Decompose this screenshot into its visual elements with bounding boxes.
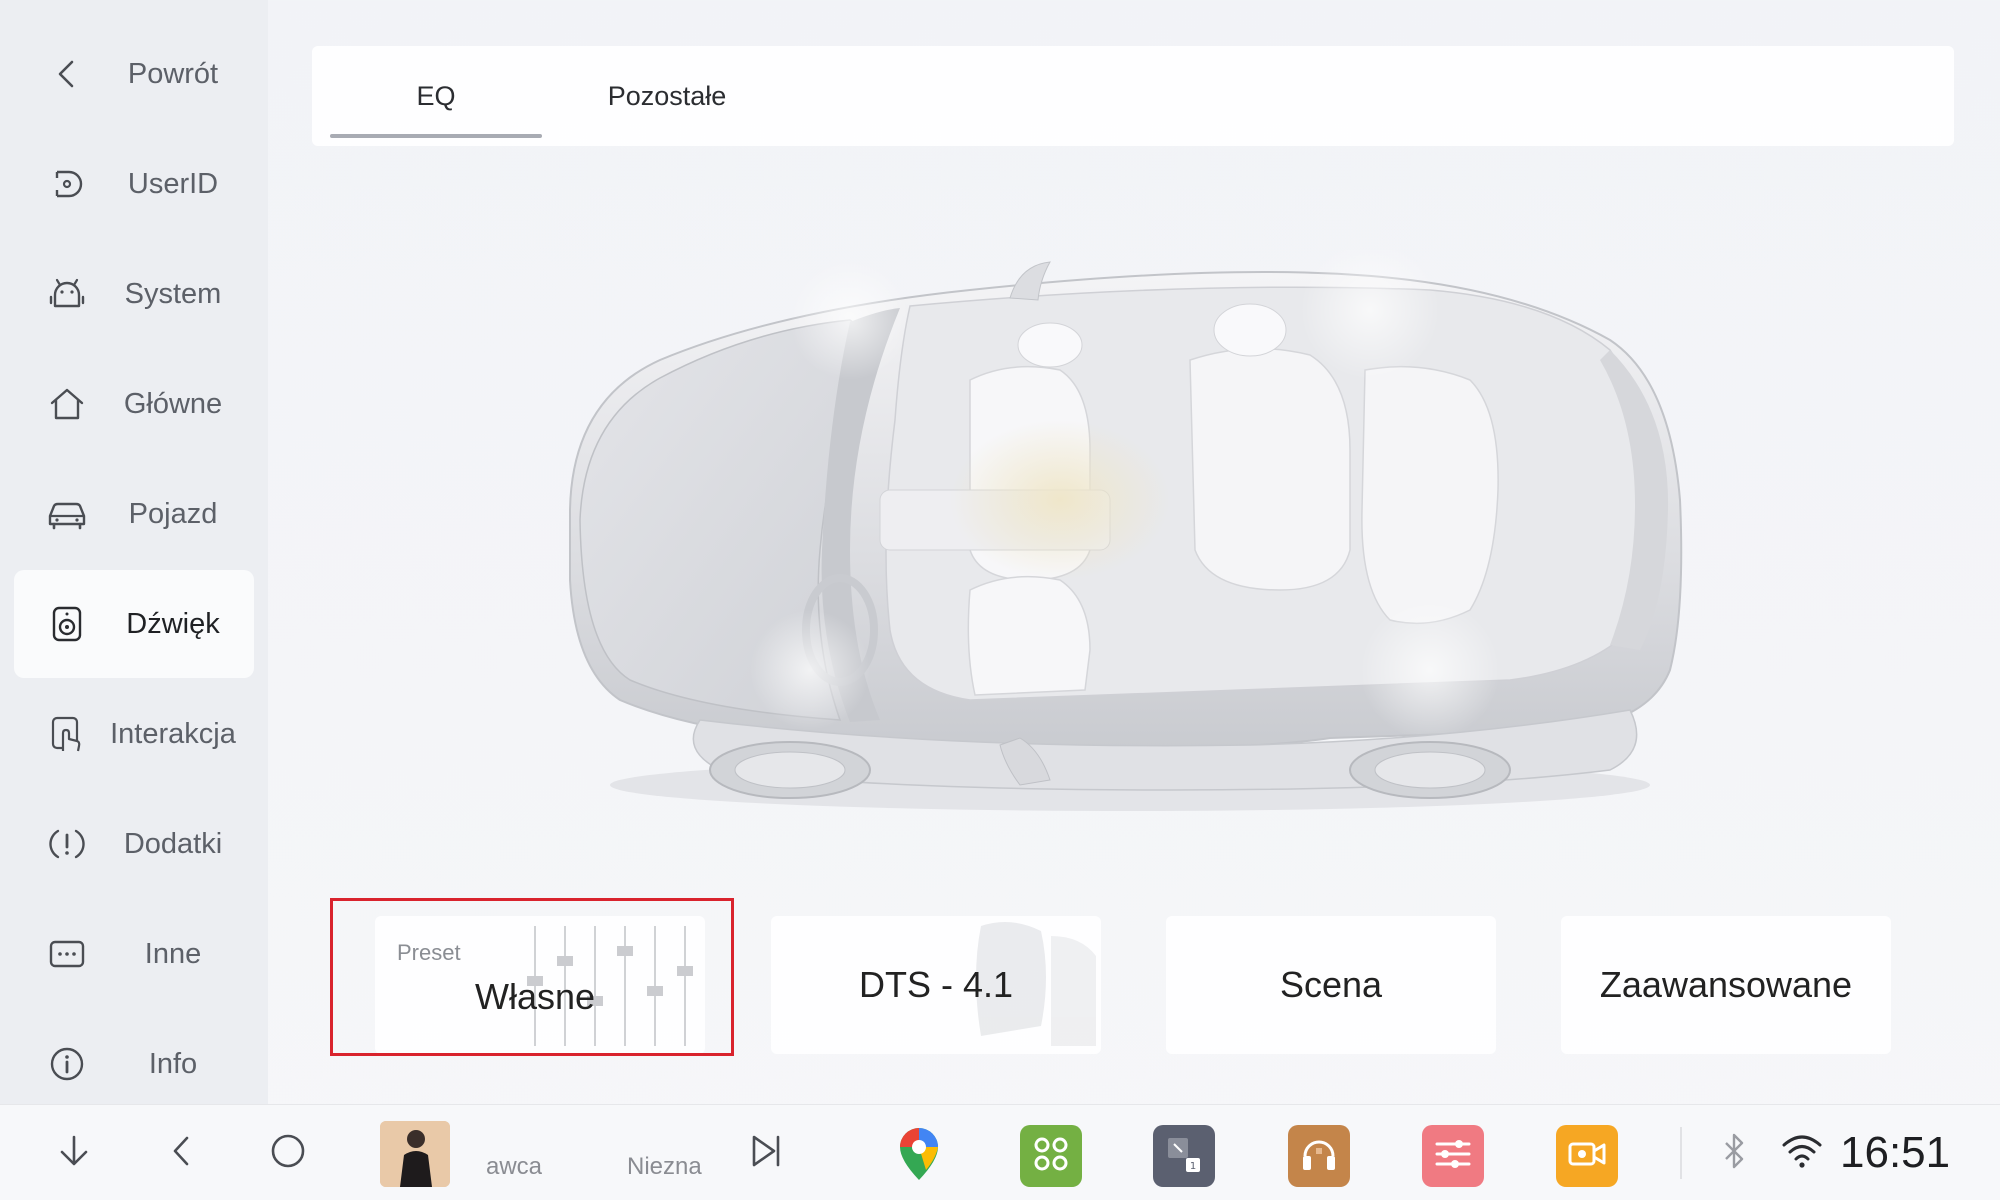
bluetooth-status[interactable] xyxy=(1710,1129,1758,1177)
touch-icon xyxy=(46,713,88,755)
scene-label: Scena xyxy=(1279,964,1383,1005)
wifi-icon xyxy=(1780,1133,1824,1174)
car-cabin-illustration xyxy=(550,240,1700,820)
media-next-button[interactable] xyxy=(742,1129,790,1177)
sidebar-item-userid[interactable]: UserID xyxy=(14,130,254,238)
home-icon xyxy=(46,383,88,425)
app-radio[interactable] xyxy=(1288,1125,1350,1187)
settings-sidebar: Powrót UserID System Główne Pojazd Dźwię… xyxy=(0,0,268,1104)
app-dashcam[interactable] xyxy=(1556,1125,1618,1187)
sidebar-item-sound[interactable]: Dźwięk xyxy=(14,570,254,678)
arrow-down-icon xyxy=(54,1131,94,1176)
app-equalizer[interactable] xyxy=(1422,1125,1484,1187)
android-icon xyxy=(46,273,88,315)
sidebar-item-label: UserID xyxy=(127,167,219,200)
radio-icon xyxy=(1297,1132,1341,1181)
sidebar-item-interaction[interactable]: Interakcja xyxy=(14,680,254,788)
maps-icon xyxy=(896,1126,942,1187)
sidebar-item-system[interactable]: System xyxy=(14,240,254,348)
sidebar-item-info[interactable]: Info xyxy=(14,1010,254,1118)
wifi-status[interactable] xyxy=(1778,1129,1826,1177)
preset-value: Własne xyxy=(474,976,596,1017)
alert-icon xyxy=(46,823,88,865)
chevron-left-icon xyxy=(164,1133,200,1174)
sidebar-item-label: Pojazd xyxy=(128,497,218,530)
sidebar-item-back[interactable]: Powrót xyxy=(14,20,254,128)
scene-card[interactable]: Scena xyxy=(1166,916,1496,1054)
chevron-left-icon xyxy=(46,53,88,95)
album-art[interactable] xyxy=(380,1121,450,1187)
nav-back-button[interactable] xyxy=(158,1129,206,1177)
collapse-down-button[interactable] xyxy=(50,1129,98,1177)
sidebar-item-vehicle[interactable]: Pojazd xyxy=(14,460,254,568)
equalizer-icon xyxy=(1431,1132,1475,1181)
tab-other[interactable]: Pozostałe xyxy=(552,46,782,146)
media-artist: awca xyxy=(486,1153,543,1180)
app-multiwindow[interactable]: 1 xyxy=(1153,1125,1215,1187)
sidebar-item-extras[interactable]: Dodatki xyxy=(14,790,254,898)
nav-home-button[interactable] xyxy=(264,1129,312,1177)
speaker-icon xyxy=(46,603,88,645)
multiwindow-icon: 1 xyxy=(1162,1132,1206,1181)
bluetooth-icon xyxy=(1720,1131,1748,1176)
dashcam-icon xyxy=(1565,1132,1609,1181)
dts-card[interactable]: DTS - 4.1 xyxy=(771,916,1101,1054)
advanced-card[interactable]: Zaawansowane xyxy=(1561,916,1891,1054)
app-maps[interactable] xyxy=(888,1125,950,1187)
advanced-label: Zaawansowane xyxy=(1599,964,1853,1005)
sidebar-item-label: Info xyxy=(148,1047,198,1080)
circle-home-icon xyxy=(268,1131,308,1176)
app-launcher[interactable] xyxy=(1020,1125,1082,1187)
info-icon xyxy=(46,1043,88,1085)
status-divider xyxy=(1680,1127,1682,1179)
tab-bar: EQ Pozostałe xyxy=(312,46,1954,146)
car-icon xyxy=(46,493,88,535)
media-title: Niezna xyxy=(627,1153,702,1180)
sidebar-item-label: Inne xyxy=(144,937,202,970)
tab-eq[interactable]: EQ xyxy=(330,46,542,146)
user-id-icon xyxy=(46,163,88,205)
system-bottom-bar: awca Niezna 1 16:51 xyxy=(0,1104,2000,1200)
sidebar-item-label: Powrót xyxy=(127,57,219,90)
preset-card-custom[interactable]: Preset Własne xyxy=(375,916,705,1054)
sidebar-item-label: System xyxy=(124,277,222,310)
sidebar-item-label: Dźwięk xyxy=(126,607,220,640)
sidebar-item-label: Dodatki xyxy=(123,827,223,860)
sidebar-item-label: Główne xyxy=(123,387,223,420)
clock: 16:51 xyxy=(1840,1128,1951,1177)
sidebar-item-main[interactable]: Główne xyxy=(14,350,254,458)
svg-text:1: 1 xyxy=(1190,1161,1196,1172)
sidebar-item-other[interactable]: Inne xyxy=(14,900,254,1008)
dts-label: DTS - 4.1 xyxy=(858,964,1014,1005)
apps-grid-icon xyxy=(1031,1134,1071,1179)
sidebar-item-label: Interakcja xyxy=(110,717,236,750)
more-icon xyxy=(46,933,88,975)
skip-next-icon xyxy=(746,1131,786,1176)
